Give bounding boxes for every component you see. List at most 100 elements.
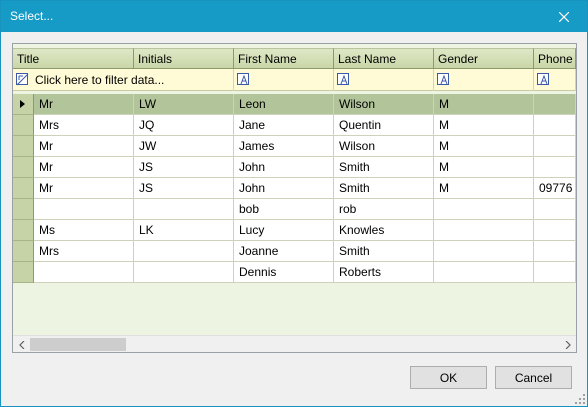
row-selector[interactable] — [13, 220, 34, 241]
cell-initials[interactable]: LW — [134, 94, 234, 115]
cell-initials[interactable]: LK — [134, 220, 234, 241]
cell-initials[interactable] — [134, 241, 234, 262]
cell-first-name[interactable]: Joanne — [234, 241, 334, 262]
cell-initials[interactable]: JS — [134, 178, 234, 199]
row-selector[interactable] — [13, 115, 34, 136]
cell-last-name[interactable]: rob — [334, 199, 434, 220]
filter-cell-first-name[interactable] — [234, 69, 334, 91]
close-icon — [559, 11, 569, 22]
row-selector[interactable] — [13, 241, 34, 262]
table-row[interactable]: Dennis Roberts — [13, 262, 576, 283]
filter-cell-last-name[interactable] — [334, 69, 434, 91]
cell-phone[interactable] — [534, 136, 576, 157]
cell-last-name[interactable]: Wilson — [334, 136, 434, 157]
cell-first-name[interactable]: Leon — [234, 94, 334, 115]
cell-title[interactable]: Mrs — [34, 115, 134, 136]
cell-title[interactable] — [34, 262, 134, 283]
scroll-left-button[interactable] — [13, 336, 30, 352]
cell-last-name[interactable]: Smith — [334, 157, 434, 178]
cell-last-name[interactable]: Knowles — [334, 220, 434, 241]
cell-last-name[interactable]: Smith — [334, 241, 434, 262]
cell-phone[interactable] — [534, 157, 576, 178]
cell-last-name[interactable]: Roberts — [334, 262, 434, 283]
table-row[interactable]: Mrs JQ Jane Quentin M — [13, 115, 576, 136]
row-selector[interactable] — [13, 262, 34, 283]
cell-phone[interactable] — [534, 220, 576, 241]
cell-phone[interactable]: 09776 — [534, 178, 576, 199]
column-header-first-name[interactable]: First Name — [234, 48, 334, 69]
cell-gender[interactable]: M — [434, 94, 534, 115]
text-filter-icon[interactable] — [237, 73, 249, 85]
cell-gender[interactable] — [434, 199, 534, 220]
close-button[interactable] — [541, 1, 587, 32]
row-selector[interactable] — [13, 157, 34, 178]
cell-first-name[interactable]: John — [234, 157, 334, 178]
cell-title[interactable] — [34, 199, 134, 220]
text-filter-icon[interactable] — [337, 73, 349, 85]
cell-first-name[interactable]: Lucy — [234, 220, 334, 241]
ok-button[interactable]: OK — [410, 366, 487, 389]
column-header-gender[interactable]: Gender — [434, 48, 534, 69]
cell-initials[interactable] — [134, 262, 234, 283]
cell-first-name[interactable]: bob — [234, 199, 334, 220]
cell-title[interactable]: Ms — [34, 220, 134, 241]
row-selector[interactable] — [13, 178, 34, 199]
table-row[interactable]: bob rob — [13, 199, 576, 220]
scrollbar-thumb[interactable] — [30, 338, 126, 351]
cell-first-name[interactable]: James — [234, 136, 334, 157]
cell-title[interactable]: Mr — [34, 157, 134, 178]
column-header-phone[interactable]: Phone — [534, 48, 576, 69]
column-header-last-name[interactable]: Last Name — [334, 48, 434, 69]
cell-gender[interactable]: M — [434, 157, 534, 178]
cell-first-name[interactable]: Dennis — [234, 262, 334, 283]
cell-initials[interactable]: JS — [134, 157, 234, 178]
filter-cell-phone[interactable] — [534, 69, 576, 91]
column-header-title[interactable]: Title — [13, 48, 134, 69]
cell-title[interactable]: Mr — [34, 178, 134, 199]
cell-gender[interactable] — [434, 262, 534, 283]
cell-gender[interactable]: M — [434, 178, 534, 199]
grid-body: Mr LW Leon Wilson M Mrs JQ Jane Quentin … — [13, 94, 576, 283]
table-row[interactable]: Mr LW Leon Wilson M — [13, 94, 576, 115]
cell-last-name[interactable]: Quentin — [334, 115, 434, 136]
cell-initials[interactable]: JW — [134, 136, 234, 157]
row-selector[interactable] — [13, 136, 34, 157]
filter-icon[interactable] — [16, 73, 29, 86]
cell-gender[interactable] — [434, 220, 534, 241]
cell-gender[interactable]: M — [434, 115, 534, 136]
cell-phone[interactable] — [534, 94, 576, 115]
text-filter-icon[interactable] — [537, 73, 549, 85]
cell-gender[interactable] — [434, 241, 534, 262]
cell-last-name[interactable]: Wilson — [334, 94, 434, 115]
cell-gender[interactable]: M — [434, 136, 534, 157]
cancel-button[interactable]: Cancel — [495, 366, 572, 389]
table-row[interactable]: Mr JW James Wilson M — [13, 136, 576, 157]
cell-phone[interactable] — [534, 262, 576, 283]
text-filter-icon[interactable] — [437, 73, 449, 85]
scroll-right-button[interactable] — [559, 336, 576, 352]
data-grid[interactable]: Title Initials First Name Last Name Gend… — [12, 43, 577, 353]
horizontal-scrollbar[interactable] — [13, 335, 576, 352]
filter-cell-title[interactable]: Click here to filter data... — [13, 69, 234, 91]
filter-cell-gender[interactable] — [434, 69, 534, 91]
table-row[interactable]: Ms LK Lucy Knowles — [13, 220, 576, 241]
table-row[interactable]: Mr JS John Smith M — [13, 157, 576, 178]
row-selector[interactable] — [13, 199, 34, 220]
table-row[interactable]: Mr JS John Smith M 09776 — [13, 178, 576, 199]
resize-grip-icon[interactable] — [575, 394, 585, 404]
cell-first-name[interactable]: Jane — [234, 115, 334, 136]
table-row[interactable]: Mrs Joanne Smith — [13, 241, 576, 262]
cell-phone[interactable] — [534, 115, 576, 136]
cell-initials[interactable]: JQ — [134, 115, 234, 136]
row-selector[interactable] — [13, 94, 34, 115]
cell-last-name[interactable]: Smith — [334, 178, 434, 199]
cell-title[interactable]: Mr — [34, 136, 134, 157]
cell-phone[interactable] — [534, 199, 576, 220]
cell-initials[interactable] — [134, 199, 234, 220]
cell-first-name[interactable]: John — [234, 178, 334, 199]
cell-title[interactable]: Mrs — [34, 241, 134, 262]
filter-row[interactable]: Click here to filter data... — [13, 69, 576, 91]
column-header-initials[interactable]: Initials — [134, 48, 234, 69]
cell-phone[interactable] — [534, 241, 576, 262]
cell-title[interactable]: Mr — [34, 94, 134, 115]
